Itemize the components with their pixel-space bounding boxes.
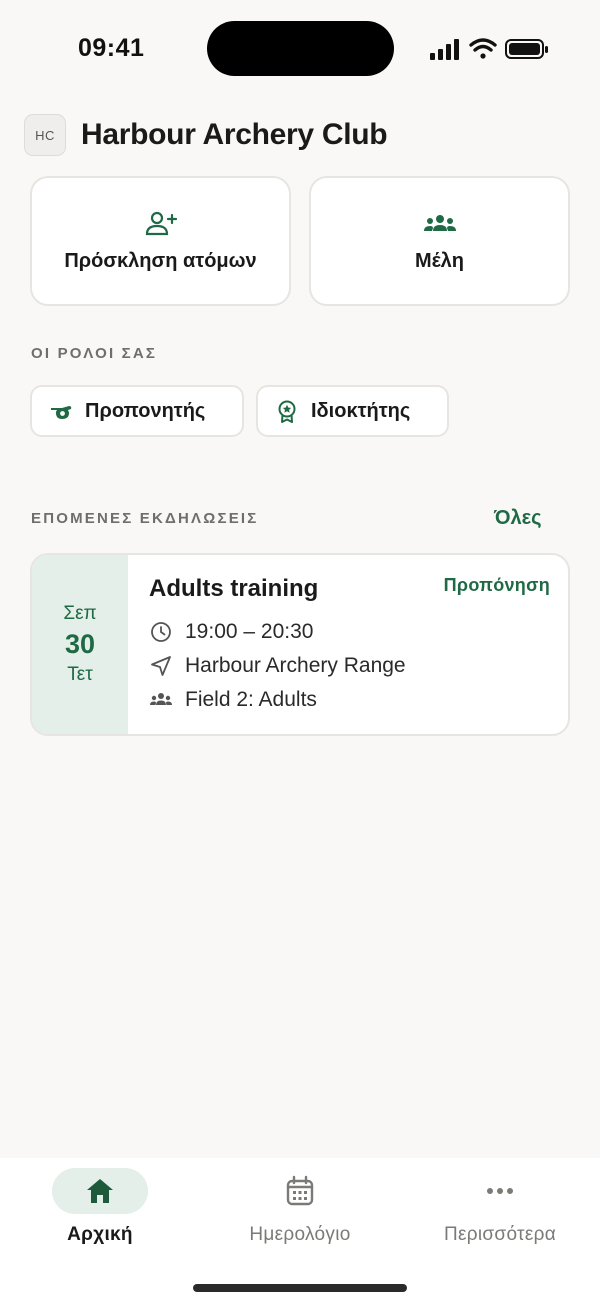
- group-icon: [150, 693, 172, 705]
- event-group-row: Field 2: Adults: [149, 688, 317, 712]
- invite-people-button[interactable]: Πρόσκληση ατόμων: [30, 176, 291, 306]
- events-section-label: ΕΠΟΜΕΝΕΣ ΕΚΔΗΛΩΣΕΙΣ: [31, 510, 259, 527]
- role-label-owner: Ιδιοκτήτης: [311, 399, 411, 422]
- see-all-events-link[interactable]: Όλες: [494, 507, 542, 530]
- tab-calendar-pill: [252, 1168, 348, 1214]
- event-type-badge: Προπόνηση: [443, 575, 550, 595]
- wifi-icon: [469, 38, 497, 59]
- tab-home-label: Αρχική: [67, 1224, 133, 1245]
- tab-home-pill: [52, 1168, 148, 1214]
- tab-more-pill: [452, 1168, 548, 1214]
- role-chip-owner[interactable]: Ιδιοκτήτης: [256, 385, 449, 437]
- role-chip-coach[interactable]: Προπονητής: [30, 385, 244, 437]
- club-header: HC Harbour Archery Club: [24, 113, 388, 157]
- location-arrow-icon: [151, 656, 171, 676]
- cellular-signal-icon: [430, 39, 459, 60]
- home-icon: [87, 1179, 113, 1203]
- dynamic-island: [207, 21, 394, 76]
- members-label: Μέλη: [414, 249, 465, 272]
- event-group: Field 2: Adults: [185, 688, 317, 711]
- event-date-block: Σεπ 30 Τετ: [32, 555, 128, 734]
- more-dots-icon: [487, 1188, 513, 1194]
- status-bar: 09:41: [0, 0, 600, 96]
- tab-calendar-label: Ημερολόγιο: [249, 1224, 351, 1245]
- event-month: Σεπ: [63, 603, 97, 624]
- bottom-tab-bar: Αρχική Ημερολόγιο Περισσότερα: [0, 1158, 600, 1304]
- role-label-coach: Προπονητής: [85, 399, 206, 422]
- tab-home[interactable]: Αρχική: [0, 1168, 200, 1246]
- club-avatar[interactable]: HC: [24, 114, 66, 156]
- event-day: 30: [64, 629, 96, 659]
- battery-icon: [505, 39, 548, 59]
- members-group-icon: [423, 214, 456, 231]
- event-weekday: Τετ: [67, 664, 93, 685]
- event-card[interactable]: Σεπ 30 Τετ Adults training Προπόνηση 19:…: [30, 553, 570, 736]
- award-badge-icon: [278, 400, 296, 423]
- add-person-icon: [145, 211, 177, 235]
- members-button[interactable]: Μέλη: [309, 176, 570, 306]
- event-location-row: Harbour Archery Range: [149, 654, 406, 678]
- event-title: Adults training: [149, 575, 319, 602]
- club-name: Harbour Archery Club: [81, 118, 388, 151]
- event-time-row: 19:00 – 20:30: [149, 620, 313, 644]
- calendar-icon: [286, 1175, 314, 1206]
- status-icons: [430, 38, 548, 60]
- roles-section-label: ΟΙ ΡΟΛΟΙ ΣΑΣ: [31, 345, 158, 362]
- event-time: 19:00 – 20:30: [185, 620, 314, 643]
- status-time: 09:41: [78, 34, 145, 62]
- invite-people-label: Πρόσκληση ατόμων: [64, 249, 257, 272]
- home-indicator: [193, 1284, 407, 1292]
- tab-calendar[interactable]: Ημερολόγιο: [200, 1168, 400, 1246]
- clock-icon: [151, 622, 171, 642]
- tab-more-label: Περισσότερα: [443, 1224, 557, 1245]
- tab-more[interactable]: Περισσότερα: [400, 1168, 600, 1246]
- event-location: Harbour Archery Range: [185, 654, 406, 677]
- whistle-icon: [51, 406, 72, 419]
